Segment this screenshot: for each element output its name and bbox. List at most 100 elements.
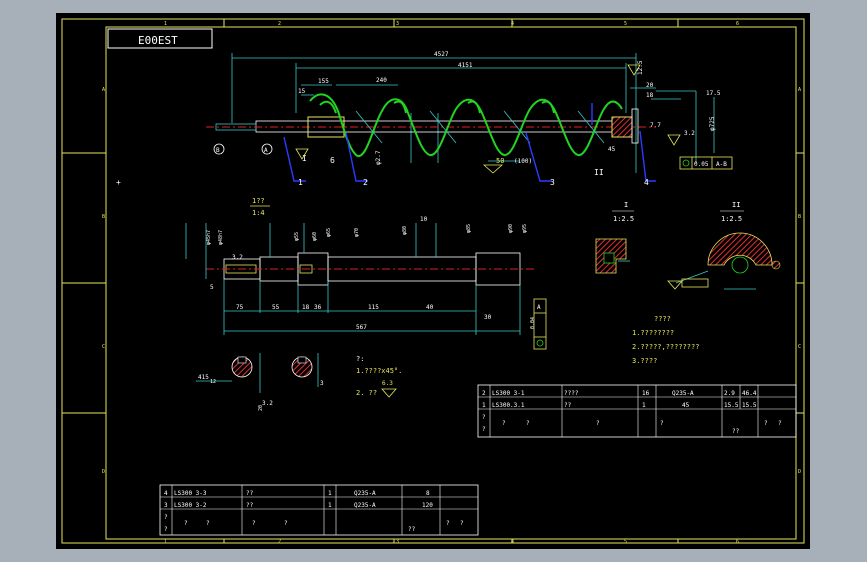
bom-cell: Q235-A <box>354 502 376 509</box>
bom-cell: Q235-A <box>354 490 376 497</box>
bom-left: 4 LS300 3-3 ?? 1 Q235-A 8 3 LS300 3-2 ??… <box>159 484 479 536</box>
bom-cell: 2.9 <box>724 390 735 397</box>
frame-right-letter: D <box>798 469 801 475</box>
svg-text:φ55: φ55 <box>294 232 300 241</box>
dimension-label: 15 <box>298 88 306 95</box>
bom-cell: ? <box>502 420 506 427</box>
shaft-runout-value: 0.04 <box>530 317 536 329</box>
dimension-label: 3.2 <box>684 130 695 137</box>
section-ii: II 1:2.5 <box>667 201 781 290</box>
drawing-canvas[interactable]: 1 2 3 4 5 6 1 2 3 4 5 6 A B C D A B C D … <box>56 13 810 549</box>
bom-cell: LS300 3-2 <box>174 502 207 509</box>
datum-b-label: B <box>216 147 220 154</box>
detail-scale-bottom: 1:4 <box>252 209 265 217</box>
bom-cell: 4 <box>164 490 168 497</box>
notes-left-roughness: 6.3 <box>382 380 393 387</box>
runout-value: 0.05 <box>694 161 709 168</box>
pitch-annotation: 50 (100) <box>482 157 532 174</box>
callout-3: 3 <box>550 178 555 187</box>
dimension-label: φ2.7 <box>375 150 382 165</box>
bom-cell: LS300.3.1 <box>492 402 525 409</box>
notes-left-line1: 1.????x45°. <box>356 367 402 375</box>
bom-cell: ? <box>778 420 782 427</box>
dimension-label: 20 <box>646 82 654 89</box>
notes-right-title: ???? <box>654 315 671 323</box>
bom-cell: ? <box>764 420 768 427</box>
bom-cell: 120 <box>422 502 433 509</box>
dimension-label: 40 <box>426 304 434 311</box>
dimension-label: 115 <box>368 304 379 311</box>
bom-cell: ? <box>596 420 600 427</box>
shaft-detail-dia-labels: φ45h7 φ48h7 φ55 φ60 φ65 φ70 φ80 φ85 φ90 … <box>206 224 528 245</box>
dimension-label: 20 <box>258 405 264 411</box>
section-i-label: I <box>624 201 628 209</box>
dimension-label: 36 <box>314 304 322 311</box>
datum-a-label: A <box>264 147 268 154</box>
bom-cell: ?? <box>246 490 254 497</box>
dimension-label: 155 <box>318 78 329 85</box>
bom-cell: 1 <box>328 490 332 497</box>
frame-left-letter: D <box>102 469 105 475</box>
flange-right <box>611 116 633 138</box>
dimension-label: 240 <box>376 77 387 84</box>
bom-cell: ?? <box>408 526 416 533</box>
notes-right-line1: 1.???????? <box>632 329 674 337</box>
frame-top-number: 2 <box>278 21 281 27</box>
notes-right-line3: 3.???? <box>632 357 657 365</box>
bom-cell: Q235-A <box>672 390 694 397</box>
pitch-n: (100) <box>514 158 532 165</box>
section-i-scale: 1:2.5 <box>613 215 634 223</box>
notes-left: ?: 1.????x45°. 6.3 2. ?? <box>356 355 402 398</box>
frame-left-letter: B <box>102 214 105 220</box>
bom-cell: ? <box>164 514 168 521</box>
bom-cell: 2 <box>482 390 486 397</box>
dimension-label: 415 <box>198 374 209 381</box>
dimension-label: 18 <box>302 304 310 311</box>
bom-cell: 8 <box>426 490 430 497</box>
bom-cell: 45 <box>682 402 690 409</box>
svg-text:φ85: φ85 <box>466 224 472 233</box>
end-plate <box>631 108 639 144</box>
bom-cell: ?? <box>732 428 740 435</box>
frame-top-number: 3 <box>396 21 399 27</box>
bom-cell: ? <box>526 420 530 427</box>
dimension-label: 30 <box>484 314 492 321</box>
main-view: 4527 4151 155 240 15 20 12.5 18 17.5 7.7… <box>206 51 733 187</box>
bom-cell: 46.4 <box>742 390 757 397</box>
dimension-label: 12 <box>210 379 216 385</box>
bom-cell: ? <box>184 520 188 527</box>
bom-cell: LS300 3-1 <box>492 390 525 397</box>
dimension-label: 10 <box>420 216 428 223</box>
bom-cell: ? <box>284 520 288 527</box>
bom-cell: 3 <box>164 502 168 509</box>
bom-cell: 15.5 <box>724 402 739 409</box>
section-i: I 1:2.5 <box>595 201 634 274</box>
shaft-detail-dim-text: 75 55 18 36 115 567 10 40 30 5 3.2 <box>210 216 492 331</box>
shaft-runout-ref: A <box>537 304 541 311</box>
bom-cell: ? <box>660 420 664 427</box>
notes-right-line2: 2.?????,???????? <box>632 343 699 351</box>
dimension-label: 45 <box>608 146 616 153</box>
frame-left-letters: A B C D <box>102 87 105 475</box>
bom-right: 2 LS300 3-1 ???? 16 Q235-A 2.9 46.4 1 LS… <box>477 384 797 438</box>
cad-viewer: 1 2 3 4 5 6 1 2 3 4 5 6 A B C D A B C D … <box>0 0 867 562</box>
bom-cell: ? <box>164 526 168 533</box>
frame-bottom-number: 3 <box>396 539 399 545</box>
dimension-label: 4527 <box>434 51 449 58</box>
notes-right: ???? 1.???????? 2.?????,???????? 3.???? <box>632 315 699 365</box>
bom-cell: ? <box>206 520 210 527</box>
detail-scale-top: 1?? <box>252 197 265 205</box>
svg-text:φ60: φ60 <box>312 232 318 241</box>
cursor-marker: + <box>116 178 121 187</box>
dimension-label: φ725 <box>709 116 716 131</box>
bom-cell: ? <box>460 520 464 527</box>
small-sections: 415 12 3.2 3 20 <box>196 353 324 411</box>
svg-text:φ48h7: φ48h7 <box>218 230 224 245</box>
frame-top-number: 5 <box>624 21 627 27</box>
svg-text:φ65: φ65 <box>326 228 332 237</box>
dimension-label: 17.5 <box>706 90 721 97</box>
frame-right-letter: B <box>798 214 801 220</box>
bom-cell: ???? <box>564 390 579 397</box>
bom-cell: ? <box>482 426 486 433</box>
notes-left-line2: 2. ?? <box>356 389 377 397</box>
